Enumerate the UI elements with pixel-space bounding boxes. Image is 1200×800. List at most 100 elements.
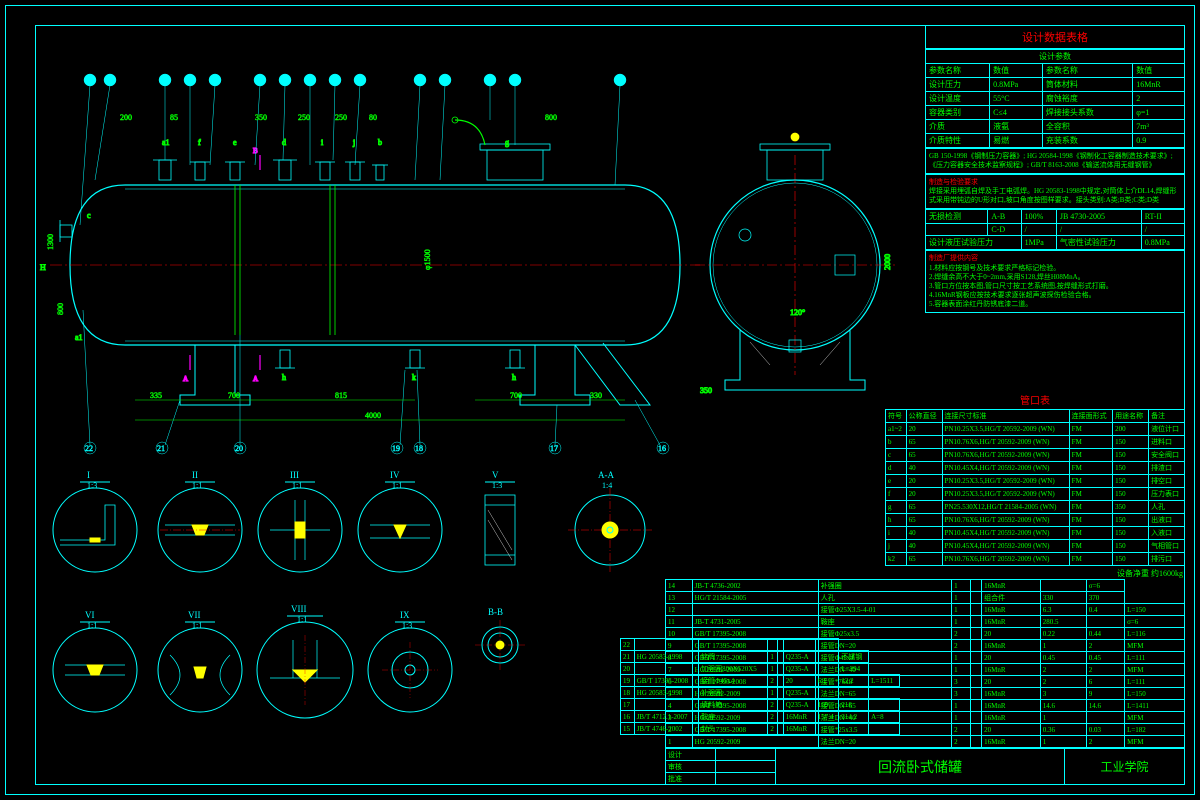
svg-text:V: V [492,470,499,480]
nde-table: 无损检测A-B100%JB 4730-2005RT-II C-D/// 设计液压… [925,209,1185,250]
svg-text:II: II [192,470,198,480]
svg-text:19: 19 [392,444,400,453]
svg-text:15: 15 [615,76,623,85]
svg-text:1:1: 1:1 [87,621,97,630]
svg-text:VII: VII [188,610,201,620]
svg-text:2000: 2000 [883,254,892,270]
svg-text:1:1: 1:1 [292,481,302,490]
svg-text:1:3: 1:3 [402,621,412,630]
svg-text:20: 20 [235,444,243,453]
standards-note: GB 150-1998《钢制压力容器》; HG 20584-1998《钢制化工容… [925,148,1185,174]
svg-text:8: 8 [307,76,311,85]
svg-text:14: 14 [510,76,518,85]
svg-text:i: i [321,138,324,147]
svg-text:21: 21 [157,444,165,453]
svg-text:1:3: 1:3 [87,481,97,490]
svg-text:80: 80 [369,113,377,122]
svg-text:IX: IX [400,610,410,620]
svg-text:1:1: 1:1 [192,481,202,490]
svg-text:1: 1 [87,76,91,85]
svg-text:1.5: 1.5 [107,654,115,660]
svg-text:1:1: 1:1 [192,621,202,630]
svg-text:g: g [505,138,509,147]
svg-text:60°: 60° [172,647,181,654]
svg-text:φ530.5: φ530.5 [70,511,87,517]
svg-text:700: 700 [510,391,522,400]
svg-text:j: j [352,138,355,147]
svg-text:A: A [253,375,258,383]
nozzle-table: 管口表 符号公称直径连接尺寸标准连接面形式用途名称备注a1~220PN10.25… [885,390,1185,581]
svg-text:100: 100 [461,521,467,530]
svg-text:3: 3 [162,76,166,85]
svg-text:815: 815 [335,391,347,400]
svg-text:85: 85 [170,113,178,122]
svg-text:12: 12 [440,76,448,85]
svg-text:250: 250 [335,113,347,122]
svg-text:330: 330 [590,391,602,400]
svg-text:IV: IV [390,470,400,480]
svg-text:1:4: 1:4 [602,481,612,490]
svg-text:18: 18 [415,444,423,453]
svg-text:1:1: 1:1 [392,481,402,490]
svg-text:a1: a1 [75,333,83,342]
svg-text:1.5: 1.5 [208,544,216,550]
svg-text:e: e [233,138,237,147]
svg-text:φ1500: φ1500 [423,249,432,270]
svg-text:A-A: A-A [598,470,614,480]
svg-text:I向: I向 [785,117,796,127]
svg-text:I: I [87,470,90,480]
fab-notes: 制造与检验要求 焊接采用埋弧自焊及手工电弧焊。HG 20583-1998中规定,… [925,174,1185,209]
title-block: 设计回流卧式储罐工业学院 审核 批准 [665,748,1185,785]
svg-text:1300: 1300 [46,234,55,250]
svg-text:16: 16 [658,444,666,453]
svg-text:120°: 120° [790,308,805,317]
svg-text:III: III [290,470,299,480]
svg-text:250: 250 [298,113,310,122]
svg-text:10: 10 [355,76,363,85]
panel-title: 设计数据表格 [925,25,1185,49]
svg-text:f: f [198,138,201,147]
svg-text:c: c [87,211,91,220]
svg-text:350: 350 [255,113,267,122]
svg-text:335: 335 [150,391,162,400]
svg-text:200: 200 [120,113,132,122]
svg-text:φ530.4: φ530.4 [495,488,512,494]
detail-views: I 1:3 φ530.5 II 1:1 1.5 45° III 1:1 50 [40,460,680,760]
svg-text:45°: 45° [172,513,181,520]
svg-text:VIII: VIII [291,604,307,614]
svg-text:800: 800 [56,303,65,315]
svg-text:350: 350 [700,386,712,395]
design-params-panel: 设计数据表格 设计参数 参数名称数值参数名称数值 设计压力0.8MPa筒体材料1… [925,25,1185,313]
svg-text:VI: VI [85,610,95,620]
svg-text:13: 13 [485,76,493,85]
bom-left: 2221HG 20583-1998铭牌1Q235-A不锈钢20加强圈300X52… [620,638,900,735]
svg-text:11: 11 [415,76,423,85]
svg-text:700: 700 [228,391,240,400]
svg-text:50: 50 [272,511,278,517]
svg-text:H: H [40,263,46,272]
svg-text:7: 7 [282,76,286,85]
svg-text:1:1: 1:1 [297,615,307,624]
svg-text:b: b [378,138,382,147]
mfg-notes: 制造厂提供内容 1.材料应按钢号及技术要求严格标记检验。 2.焊缝余高不大于0~… [925,250,1185,313]
svg-text:6: 6 [257,76,261,85]
svg-text:4: 4 [187,76,191,85]
svg-text:φ25: φ25 [428,648,437,654]
svg-text:d: d [282,138,286,147]
main-drawing: B A A 1 2 3 4 5 6 7 8 9 10 11 12 13 14 1… [35,25,905,455]
svg-text:a1: a1 [162,138,170,147]
svg-text:B-B: B-B [488,607,503,617]
svg-text:60°: 60° [410,510,419,517]
svg-text:17: 17 [550,444,558,453]
svg-text:2: 2 [107,76,111,85]
param-table: 设计参数 参数名称数值参数名称数值 设计压力0.8MPa筒体材料16MnR 设计… [925,49,1185,148]
svg-text:k: k [412,373,416,382]
svg-text:A: A [183,375,188,383]
svg-text:4000: 4000 [365,411,381,420]
svg-text:h: h [512,373,516,382]
svg-text:22: 22 [85,444,93,453]
svg-text:h: h [282,373,286,382]
svg-text:9: 9 [332,76,336,85]
svg-text:1.5: 1.5 [320,651,328,657]
svg-text:5: 5 [212,76,216,85]
